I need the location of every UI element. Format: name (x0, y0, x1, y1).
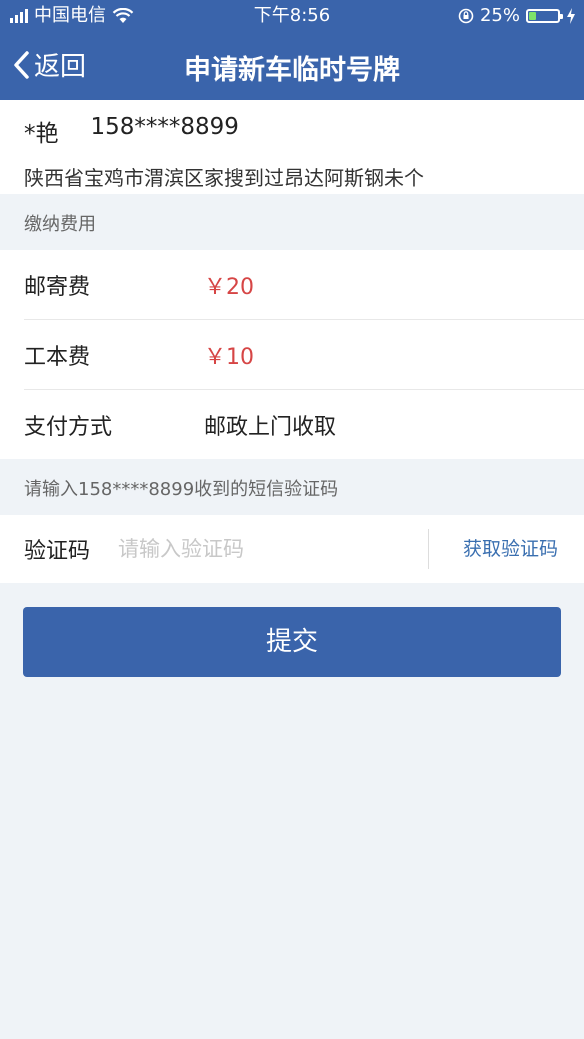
verification-code-input[interactable] (116, 536, 411, 562)
recipient-name: *艳 (24, 121, 59, 147)
recipient-card: *艳 158****8899 陕西省宝鸡市渭滨区家搜到过昂达阿斯钢未个 (0, 100, 584, 194)
back-button[interactable]: 返回 (12, 46, 86, 83)
battery-level (529, 12, 536, 20)
recipient-contact: *艳 158****8899 (24, 114, 239, 148)
fee-value: ￥20 (204, 274, 254, 300)
charging-icon (567, 8, 575, 24)
fee-row-postage: 邮寄费 ￥20 (24, 250, 584, 320)
status-right: 25% (458, 0, 576, 32)
fees-list: 邮寄费 ￥20 工本费 ￥10 支付方式 邮政上门收取 (0, 250, 584, 459)
fee-label: 工本费 (24, 344, 91, 370)
verification-label: 验证码 (24, 539, 91, 564)
payment-method-row: 支付方式 邮政上门收取 (24, 390, 584, 459)
payment-method-label: 支付方式 (24, 414, 113, 440)
divider (428, 529, 429, 569)
get-code-button[interactable]: 获取验证码 (463, 515, 558, 583)
verification-row: 验证码 获取验证码 (0, 515, 584, 583)
page-title: 申请新车临时号牌 (184, 55, 400, 86)
nav-bar: 返回 申请新车临时号牌 (0, 32, 584, 100)
sms-hint: 请输入158****8899收到的短信验证码 (24, 479, 339, 500)
status-bar: 中国电信 下午8:56 25% (0, 0, 584, 32)
app-header: 中国电信 下午8:56 25% 返回 申请新车临时号牌 (0, 0, 584, 100)
submit-wrap: 提交 (0, 583, 584, 677)
payment-method-value: 邮政上门收取 (204, 414, 337, 440)
fee-row-production: 工本费 ￥10 (24, 320, 584, 390)
fees-section-label: 缴纳费用 (24, 214, 96, 235)
orientation-lock-icon (458, 8, 474, 24)
recipient-phone: 158****8899 (90, 114, 239, 140)
fee-value: ￥10 (204, 344, 254, 370)
fee-label: 邮寄费 (24, 274, 91, 300)
battery-icon (526, 9, 563, 23)
back-label: 返回 (34, 52, 87, 82)
battery-percent: 25% (479, 5, 520, 26)
submit-button[interactable]: 提交 (23, 607, 561, 677)
chevron-left-icon (14, 50, 29, 79)
recipient-address: 陕西省宝鸡市渭滨区家搜到过昂达阿斯钢未个 (24, 166, 424, 190)
